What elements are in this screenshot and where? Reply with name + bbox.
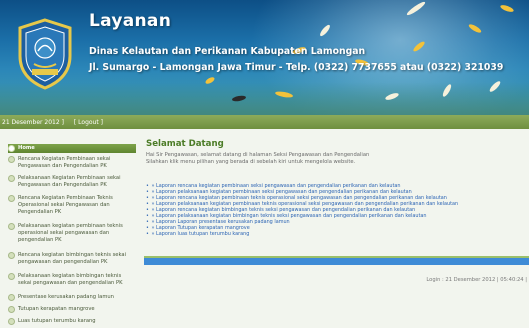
greeting-text: Hai Sir Pengawasan, selamat datang di ha… (146, 152, 526, 166)
sidebar-item-mangrove[interactable]: Tutupan kerapatan mangrove (8, 306, 136, 313)
sidebar-item-label: Rencana Kegiatan Pembinaan sekai Pengawa… (18, 156, 111, 169)
menu-bullet-icon (8, 195, 15, 202)
sidebar-item-rencana-bimbingan[interactable]: Rencana kegiatan bimbingan teknis sekai … (8, 252, 136, 266)
header-banner: Layanan Dinas Kelautan dan Perikanan Kab… (0, 0, 529, 115)
greeting-line: Hai Sir Pengawasan, selamat datang di ha… (146, 152, 370, 158)
sidebar-item-home[interactable]: Home (8, 144, 136, 153)
login-timestamp: Login : 21 Desember 2012 | 05:40:24 | (426, 277, 527, 283)
sidebar-item-padang-lamun[interactable]: Presentase kerusakan padang lamun (8, 294, 136, 301)
sidebar-item-label: Pelaksanaan Kegiatan Pembinaan sekai Pen… (18, 175, 121, 188)
sidebar-item-pelaksanaan-teknis-operasional[interactable]: Pelaksanaan kegiatan pembinaan teknis op… (8, 223, 136, 244)
menu-bullet-icon (8, 145, 15, 152)
agency-name: Dinas Kelautan dan Perikanan Kabupaten L… (89, 46, 366, 57)
sidebar-item-label: Home (18, 145, 35, 151)
report-link[interactable]: • » Laporan luas tutupan terumbu karang (146, 231, 529, 237)
report-links: • » Laporan rencana kegiatan pembinaan s… (146, 183, 529, 237)
sidebar-item-label: Presentase kerusakan padang lamun (18, 294, 114, 300)
sidebar-item-label: Tutupan kerapatan mangrove (18, 306, 95, 312)
current-date: 21 Desember 2012 ] (2, 118, 64, 126)
sidebar-item-terumbu-karang[interactable]: Luas tutupan terumbu karang (8, 318, 136, 325)
sidebar-item-label: Luas tutupan terumbu karang (18, 318, 96, 324)
sidebar-item-label: Rencana kegiatan bimbingan teknis sekai … (18, 252, 127, 265)
content-footer-bar (144, 258, 529, 265)
menu-bullet-icon (8, 252, 15, 259)
page-title: Selamat Datang (146, 139, 224, 149)
menu-bullet-icon (8, 294, 15, 301)
app-title: Layanan (89, 11, 172, 31)
sidebar-item-label: Pelaksanaan kegiatan bimbingan teknis se… (18, 273, 123, 286)
lamongan-emblem-icon (18, 18, 72, 90)
main-content: Selamat Datang Hai Sir Pengawasan, selam… (144, 138, 529, 328)
menu-bullet-icon (8, 156, 15, 163)
sidebar-item-rencana-teknis-operasional[interactable]: Rencana Kegiatan Pembinaan Teknis Operas… (8, 195, 136, 216)
menu-bullet-icon (8, 318, 15, 325)
sidebar-item-label: Rencana Kegiatan Pembinaan Teknis Operas… (18, 195, 113, 215)
sidebar-item-label: Pelaksanaan kegiatan pembinaan teknis op… (18, 223, 123, 243)
sidebar-item-rencana-pembinaan[interactable]: Rencana Kegiatan Pembinaan sekai Pengawa… (8, 156, 136, 170)
sidebar-item-pelaksanaan-bimbingan[interactable]: Pelaksanaan kegiatan bimbingan teknis se… (8, 273, 136, 287)
bullet-arrow-icon: • (146, 231, 149, 238)
agency-address: Jl. Sumargo - Lamongan Jawa Timur - Telp… (89, 62, 504, 73)
menu-bullet-icon (8, 175, 15, 182)
sidebar-item-pelaksanaan-pembinaan[interactable]: Pelaksanaan Kegiatan Pembinaan sekai Pen… (8, 175, 136, 189)
menu-bullet-icon (8, 223, 15, 230)
sidebar-menu: Home Rencana Kegiatan Pembinaan sekai Pe… (0, 140, 140, 328)
menu-bullet-icon (8, 273, 15, 280)
top-bar: 21 Desember 2012 ] [ Logout ] (0, 115, 529, 129)
menu-bullet-icon (8, 306, 15, 313)
greeting-line: Silahkan klik menu pilihan yang berada d… (146, 159, 356, 165)
logout-link[interactable]: [ Logout ] (74, 119, 103, 126)
